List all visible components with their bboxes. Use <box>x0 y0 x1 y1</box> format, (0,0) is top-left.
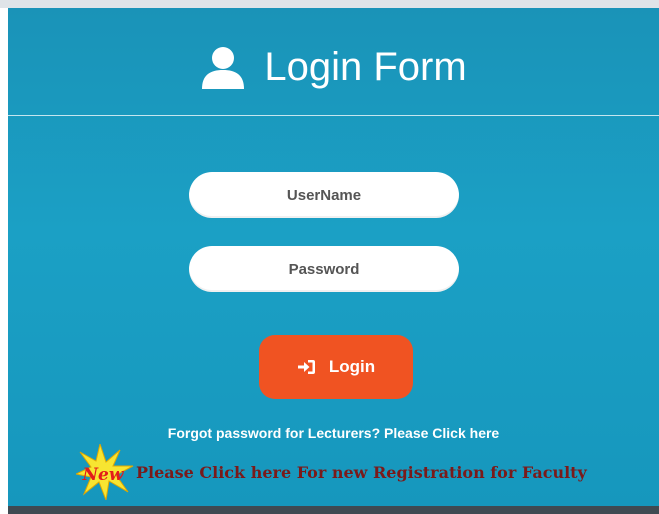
username-input[interactable] <box>189 172 459 218</box>
password-input[interactable] <box>189 246 459 292</box>
login-panel: Login Form Login Forgot password for Lec… <box>8 8 659 506</box>
bottom-shadow <box>8 506 659 514</box>
login-button-label: Login <box>328 357 376 376</box>
header-divider <box>8 115 659 116</box>
login-header: Login Form <box>8 8 659 115</box>
registration-link[interactable]: Please Click here For new Registration f… <box>136 463 587 482</box>
top-strip <box>0 0 659 8</box>
registration-row: New Please Click here For new Registrati… <box>76 444 587 500</box>
new-badge-icon: New <box>76 444 134 500</box>
user-icon <box>202 46 245 89</box>
login-button[interactable]: Login <box>259 335 413 399</box>
sign-in-icon <box>297 360 315 374</box>
forgot-password-link[interactable]: Forgot password for Lecturers? Please Cl… <box>8 425 659 441</box>
page-title: Login Form <box>264 45 467 89</box>
new-badge-text: New <box>82 465 125 485</box>
header-content: Login Form <box>200 45 467 91</box>
